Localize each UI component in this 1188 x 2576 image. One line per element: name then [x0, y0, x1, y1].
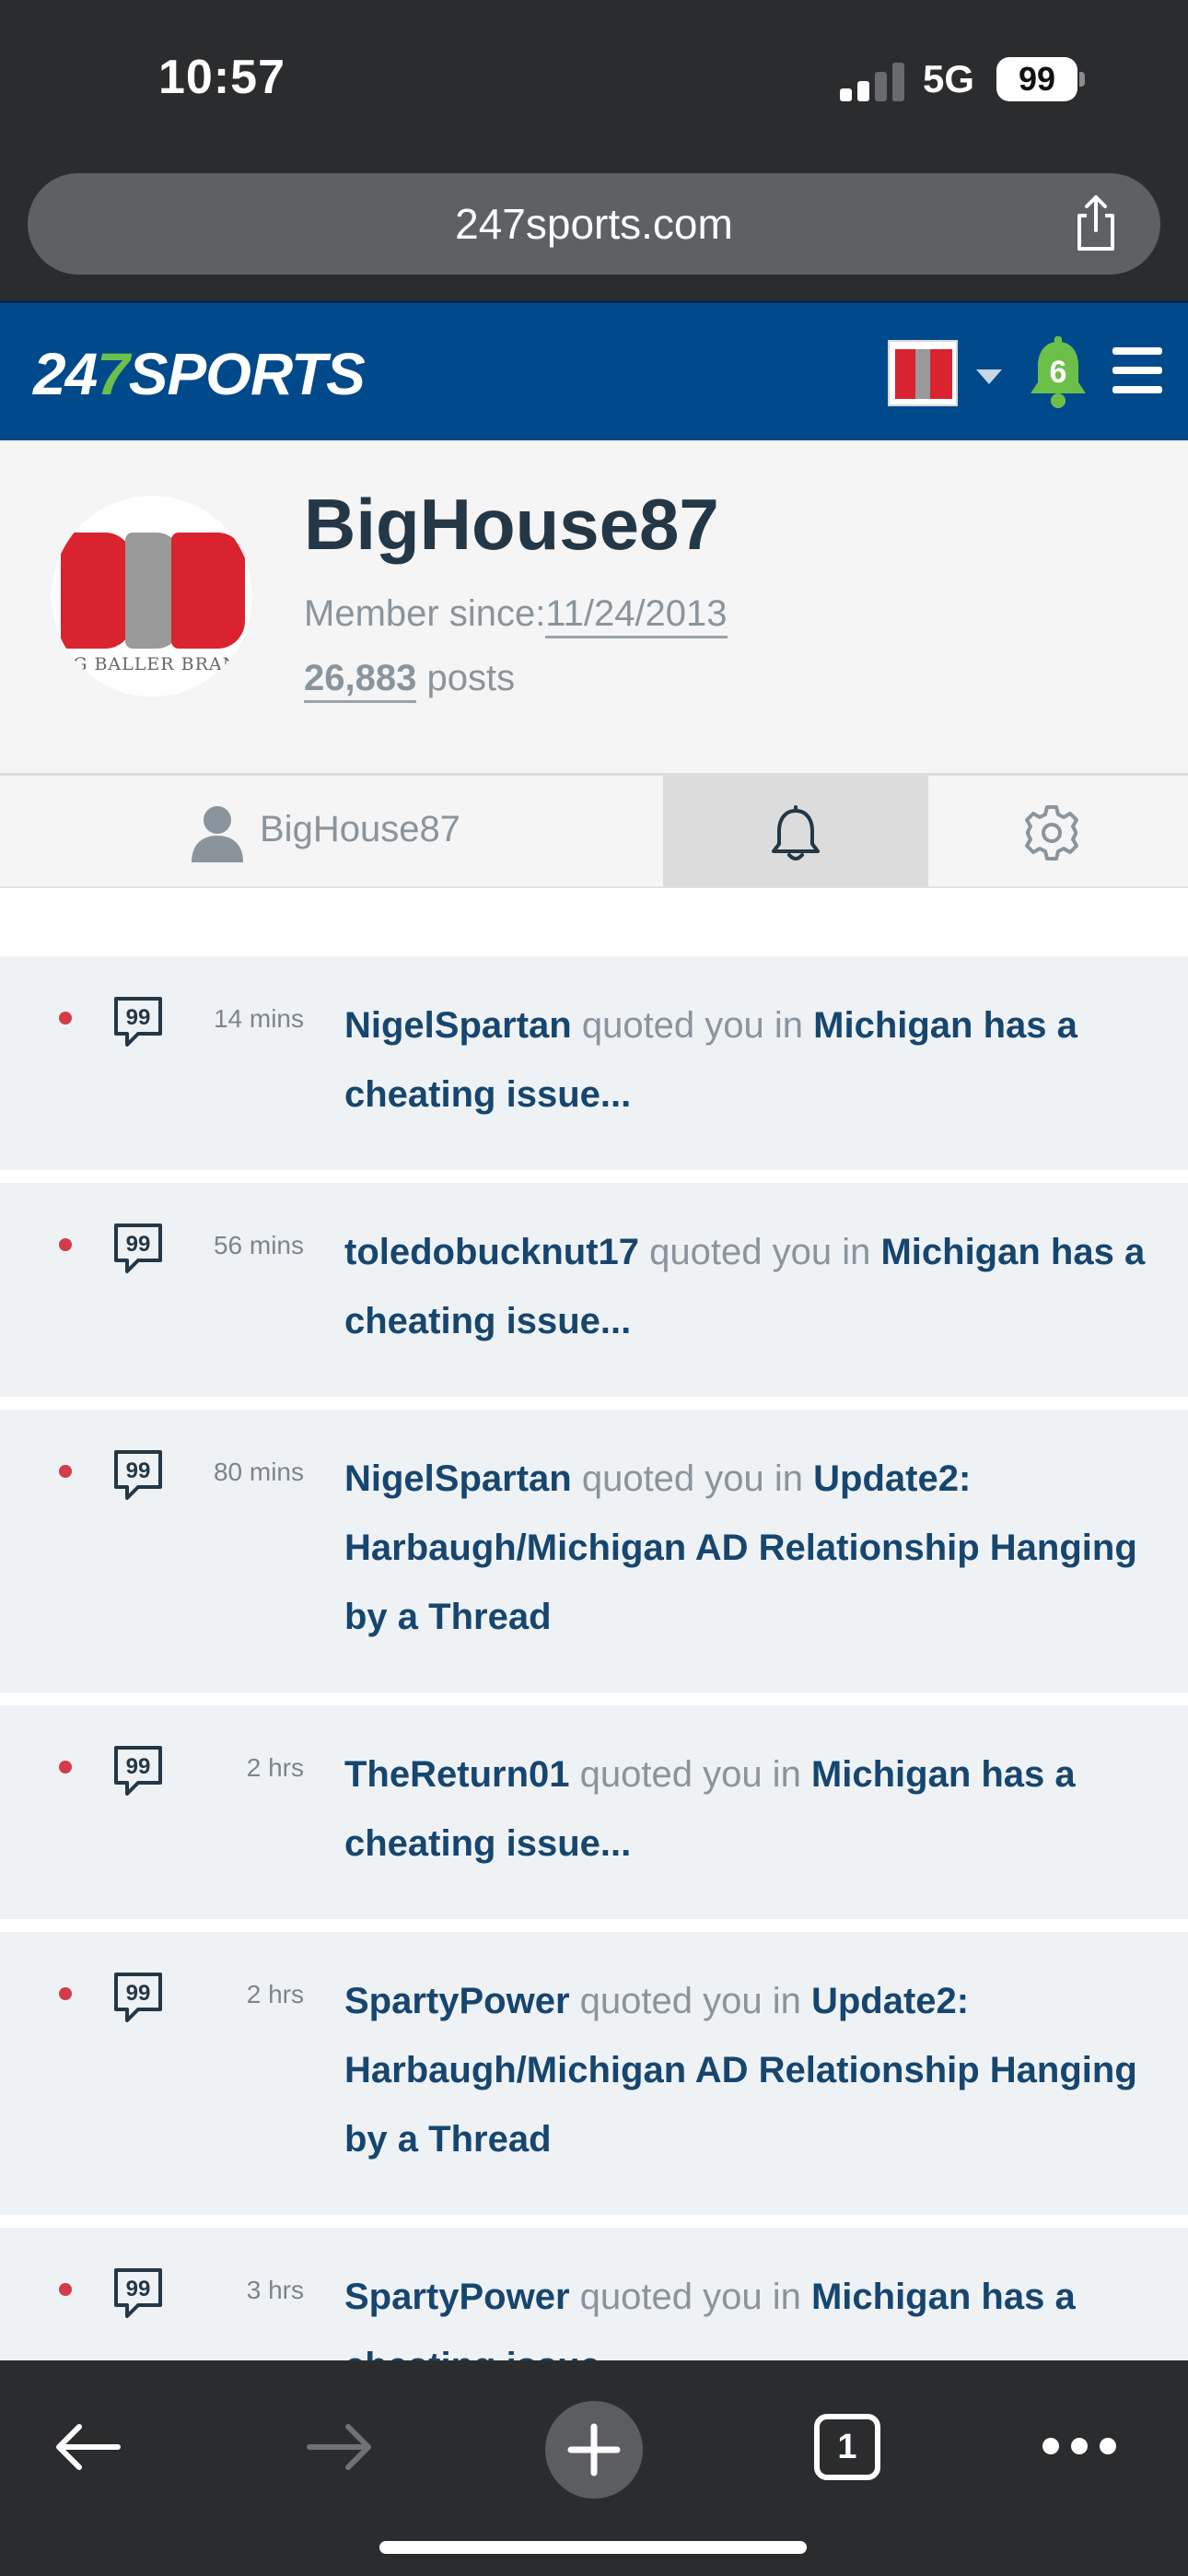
tab-switcher-button[interactable]: 1: [814, 2414, 880, 2480]
site-header: 247SPORTS 6: [0, 300, 1188, 440]
bell-icon: [772, 805, 820, 861]
quote-icon: 99: [114, 2268, 162, 2318]
logo-seven: 7: [97, 341, 130, 407]
hamburger-menu-icon[interactable]: [1112, 347, 1162, 393]
notification-item[interactable]: 99 14 mins NigelSpartan quoted you in Mich…: [0, 956, 1188, 1183]
tab-settings[interactable]: [928, 776, 1188, 886]
unread-dot: [59, 1238, 72, 1251]
tab-profile[interactable]: BigHouse87: [0, 776, 663, 886]
notification-time: 2 hrs: [246, 1753, 304, 1782]
notification-user-link[interactable]: TheReturn01: [344, 1754, 570, 1795]
notification-action: quoted you in: [571, 1458, 814, 1499]
battery-nub: [1079, 72, 1085, 87]
gear-icon: [1025, 805, 1078, 861]
notification-count-badge: 6: [1049, 355, 1067, 390]
svg-text:99: 99: [126, 2277, 151, 2301]
notification-message: NigelSpartan quoted you in Michigan has …: [344, 956, 1146, 1170]
notification-item[interactable]: 99 2 hrs TheReturn01 quoted you in Michiga…: [0, 1705, 1188, 1932]
address-bar[interactable]: 247sports.com: [28, 173, 1160, 275]
profile-avatar: IG BALLER BRAN: [52, 496, 252, 697]
quote-icon: 99: [114, 1224, 162, 1273]
unread-dot: [59, 1012, 72, 1025]
logo-suffix: SPORTS: [128, 341, 366, 407]
unread-dot: [59, 2283, 72, 2296]
unread-dot: [59, 1465, 72, 1478]
notification-user-link[interactable]: NigelSpartan: [344, 1458, 572, 1499]
new-tab-button[interactable]: [545, 2401, 643, 2499]
svg-text:99: 99: [126, 1754, 151, 1779]
tab-profile-label: BigHouse87: [260, 809, 460, 849]
notification-list: 99 14 mins NigelSpartan quoted you in Mich…: [0, 956, 1188, 2454]
unread-dot: [59, 1987, 72, 2000]
quote-icon: 99: [114, 1450, 162, 1500]
notification-item[interactable]: 99 56 mins toledobucknut17 quoted you in M…: [0, 1183, 1188, 1410]
site-logo[interactable]: 247SPORTS: [33, 340, 366, 408]
network-type: 5G: [923, 57, 975, 100]
notification-time: 56 mins: [213, 1231, 304, 1259]
unread-dot: [59, 1761, 72, 1774]
notification-user-link[interactable]: toledobucknut17: [344, 1232, 639, 1272]
notification-action: quoted you in: [569, 1981, 811, 2021]
notification-message: toledobucknut17 quoted you in Michigan h…: [344, 1183, 1146, 1397]
svg-text:99: 99: [126, 1005, 151, 1030]
back-arrow-icon[interactable]: [52, 2419, 122, 2475]
notification-action: quoted you in: [571, 1005, 814, 1046]
notification-time: 14 mins: [213, 1004, 304, 1033]
home-indicator: [379, 2541, 807, 2554]
url-text: 247sports.com: [455, 200, 733, 248]
tab-notifications[interactable]: [663, 776, 928, 886]
battery-icon: 99: [996, 57, 1077, 101]
posts-label: posts: [426, 658, 516, 698]
cellular-signal-icon: [840, 61, 904, 101]
profile-tabs: BigHouse87: [0, 776, 1188, 888]
profile-header: IG BALLER BRAN BigHouse87 Member since:1…: [0, 440, 1188, 776]
member-since-date[interactable]: 11/24/2013: [545, 593, 728, 638]
notification-action: quoted you in: [569, 1754, 811, 1795]
notification-message: NigelSpartan quoted you in Update2: Harb…: [344, 1410, 1146, 1692]
notification-time: 3 hrs: [246, 2276, 304, 2304]
chevron-down-icon[interactable]: [976, 369, 1002, 384]
share-icon[interactable]: [1068, 193, 1124, 254]
notification-bell-button[interactable]: 6: [1028, 336, 1089, 412]
avatar-caption: IG BALLER BRAN: [64, 654, 239, 674]
profile-username: BigHouse87: [304, 484, 719, 565]
svg-text:99: 99: [126, 1232, 151, 1257]
notification-action: quoted you in: [569, 2277, 811, 2317]
posts-count-link[interactable]: 26,883: [304, 658, 417, 703]
quote-icon: 99: [114, 1746, 162, 1796]
plus-icon: [567, 2423, 621, 2476]
svg-text:99: 99: [126, 1458, 151, 1483]
svg-text:99: 99: [126, 1981, 151, 2006]
quote-icon: 99: [114, 997, 162, 1047]
forward-arrow-icon[interactable]: [306, 2419, 376, 2475]
notification-item[interactable]: 99 2 hrs SpartyPower quoted you in Update2…: [0, 1932, 1188, 2228]
quote-icon: 99: [114, 1973, 162, 2022]
more-options-icon[interactable]: [1042, 2438, 1116, 2456]
browser-top-chrome: 10:57 5G 99 247sports.com: [0, 0, 1188, 300]
user-icon: [192, 806, 243, 862]
notification-item[interactable]: 99 80 mins NigelSpartan quoted you in Upda…: [0, 1410, 1188, 1705]
post-count: 26,883 posts: [304, 658, 516, 703]
header-user-avatar[interactable]: [888, 340, 958, 406]
notification-user-link[interactable]: SpartyPower: [344, 2277, 570, 2317]
logo-prefix: 24: [33, 341, 98, 407]
notification-user-link[interactable]: NigelSpartan: [344, 1005, 572, 1046]
member-since: Member since:11/24/2013: [304, 593, 728, 638]
member-since-label: Member since:: [304, 593, 546, 634]
notification-time: 2 hrs: [246, 1980, 304, 2008]
status-time: 10:57: [158, 51, 285, 104]
notification-user-link[interactable]: SpartyPower: [344, 1981, 570, 2021]
notification-time: 80 mins: [213, 1458, 304, 1486]
notification-message: SpartyPower quoted you in Update2: Harba…: [344, 1932, 1146, 2215]
notification-action: quoted you in: [639, 1232, 881, 1272]
notification-message: TheReturn01 quoted you in Michigan has a…: [344, 1705, 1146, 1919]
